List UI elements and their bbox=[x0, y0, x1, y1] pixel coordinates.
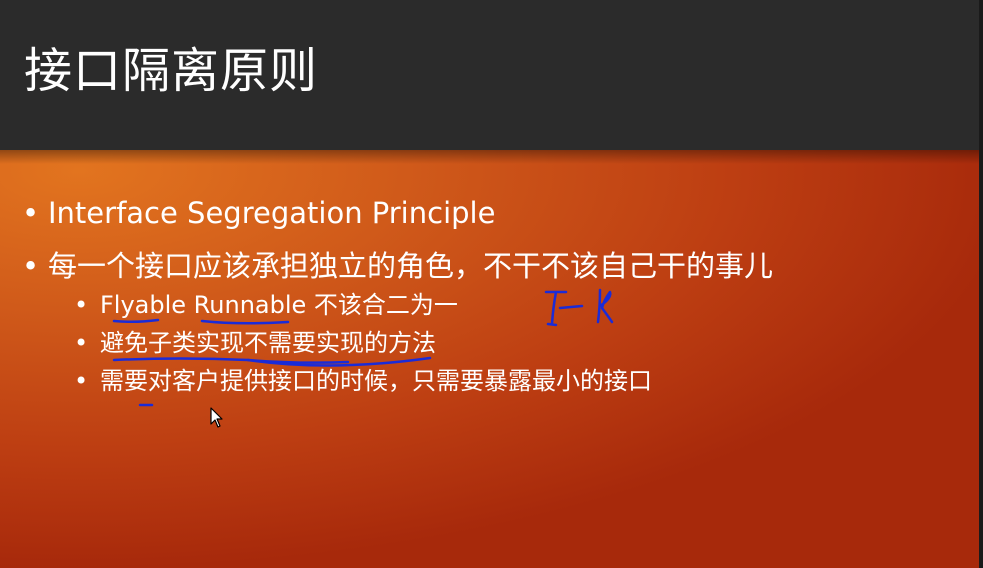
title-bar: 接口隔离原则 bbox=[0, 0, 983, 150]
mouse-pointer-icon bbox=[210, 407, 223, 428]
slide-title: 接口隔离原则 bbox=[24, 43, 319, 99]
bullet-text: 避免子类实现不需要实现的方法 bbox=[100, 329, 436, 357]
bullet-text: 需要对客户提供接口的时候，只需要暴露最小的接口 bbox=[100, 367, 652, 395]
presentation-slide: 接口隔离原则 • Interface Segregation Principle… bbox=[0, 0, 983, 568]
bullet-item-5: • 需要对客户提供接口的时候，只需要暴露最小的接口 bbox=[74, 364, 652, 398]
bullet-dot-icon: • bbox=[22, 196, 40, 230]
window-edge bbox=[979, 0, 983, 568]
bullet-item-4: • 避免子类实现不需要实现的方法 bbox=[74, 326, 436, 360]
bullet-dot-icon: • bbox=[22, 249, 40, 283]
bullet-dot-icon: • bbox=[74, 291, 89, 319]
bullet-item-1: • Interface Segregation Principle bbox=[22, 193, 496, 233]
bullet-dot-icon: • bbox=[74, 329, 89, 357]
bullet-text: Flyable Runnable 不该合二为一 bbox=[100, 291, 458, 319]
bullet-dot-icon: • bbox=[74, 367, 89, 395]
bullet-text: 每一个接口应该承担独立的角色，不干不该自己干的事儿 bbox=[48, 249, 774, 283]
bullet-text: Interface Segregation Principle bbox=[48, 196, 496, 230]
bullet-item-3: • Flyable Runnable 不该合二为一 bbox=[74, 288, 458, 322]
bullet-item-2: • 每一个接口应该承担独立的角色，不干不该自己干的事儿 bbox=[22, 246, 774, 286]
